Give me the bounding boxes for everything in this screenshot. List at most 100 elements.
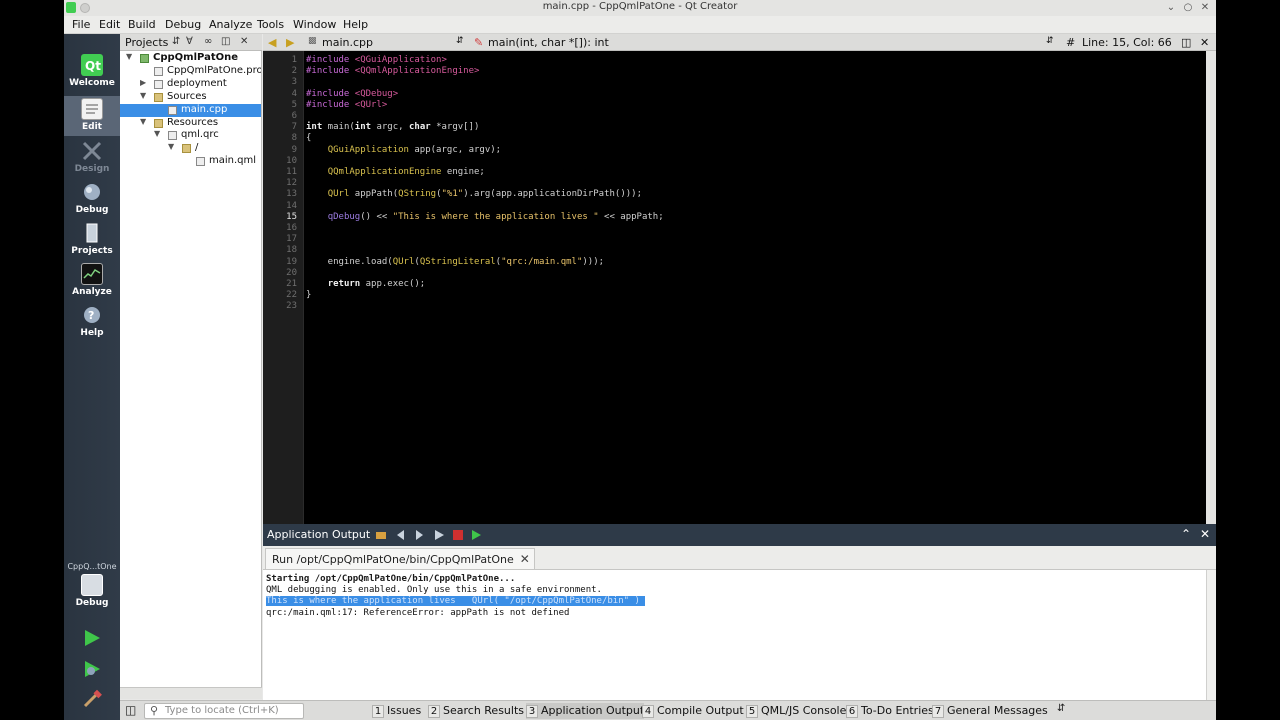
output-pane-button[interactable]: 5 QML/JS Console bbox=[746, 703, 846, 719]
locator-input[interactable]: ⚲ Type to locate (Ctrl+K) bbox=[144, 703, 304, 719]
output-pane-button[interactable]: 3 Application Output bbox=[526, 703, 645, 719]
minimize-icon[interactable]: ⌄ bbox=[1164, 1, 1178, 15]
mode-welcome[interactable]: Qt Welcome bbox=[64, 52, 120, 92]
mode-design[interactable]: Design bbox=[64, 138, 120, 178]
link-icon[interactable]: ∞ bbox=[204, 36, 212, 47]
menu-file[interactable]: File bbox=[72, 18, 90, 31]
build-button[interactable] bbox=[82, 689, 102, 709]
close-tab-icon[interactable]: ✕ bbox=[520, 552, 530, 566]
code-line[interactable]: #include <QGuiApplication> bbox=[306, 55, 447, 65]
filter-icon[interactable]: ∀ bbox=[186, 36, 193, 47]
mode-analyze[interactable]: Analyze bbox=[64, 261, 120, 301]
output-pane-button[interactable]: 4 Compile Output bbox=[642, 703, 744, 719]
tree-item[interactable]: ▼ Sources bbox=[120, 91, 261, 104]
tree-item[interactable]: ▼ Resources bbox=[120, 117, 261, 130]
tree-item[interactable]: ▼ CppQmlPatOne bbox=[120, 52, 261, 65]
collapse-arrow-icon[interactable]: ▼ bbox=[140, 117, 146, 126]
output-pane-button[interactable]: 2 Search Results bbox=[428, 703, 524, 719]
tree-item[interactable]: CppQmlPatOne.pro bbox=[120, 65, 261, 78]
panel-selector-icon[interactable]: ⇵ bbox=[172, 36, 180, 47]
menu-debug[interactable]: Debug bbox=[165, 18, 201, 31]
close-document-icon[interactable]: ✕ bbox=[1200, 36, 1209, 49]
debug-bug-icon bbox=[81, 181, 103, 203]
maximize-icon[interactable]: ○ bbox=[1181, 1, 1195, 15]
code-editor[interactable]: #include <QGuiApplication> #include <QQml… bbox=[303, 51, 1206, 524]
expand-arrow-icon[interactable]: ▶ bbox=[140, 78, 146, 87]
rerun-play-icon[interactable] bbox=[433, 529, 445, 541]
line-number: 16 bbox=[286, 223, 297, 233]
code-line[interactable]: #include <QDebug> bbox=[306, 89, 398, 99]
code-line[interactable]: return app.exec(); bbox=[306, 279, 426, 289]
close-window-icon[interactable]: ✕ bbox=[1198, 1, 1212, 15]
menu-tools[interactable]: Tools bbox=[257, 18, 284, 31]
split-editor-icon[interactable]: ◫ bbox=[1181, 36, 1191, 49]
output-pane-button[interactable]: 6 To-Do Entries bbox=[846, 703, 934, 719]
svg-text:Qt: Qt bbox=[85, 59, 101, 73]
menu-window[interactable]: Window bbox=[293, 18, 336, 31]
attach-icon[interactable] bbox=[470, 529, 482, 541]
code-line[interactable]: qDebug() << "This is where the applicati… bbox=[306, 212, 664, 222]
mode-debug[interactable]: Debug bbox=[64, 179, 120, 219]
code-line[interactable]: } bbox=[306, 290, 311, 300]
symbol-combo-arrow-icon[interactable]: ⇵ bbox=[1046, 36, 1054, 46]
output-pane-button[interactable]: 1 Issues bbox=[372, 703, 421, 719]
mode-projects[interactable]: Projects bbox=[64, 220, 120, 260]
kit-selector-label[interactable]: CppQ...tOne bbox=[64, 562, 120, 571]
kit-selector[interactable]: Debug bbox=[64, 572, 120, 612]
close-pane-icon[interactable]: ✕ bbox=[1200, 527, 1210, 541]
toggle-sidebar-icon[interactable]: ◫ bbox=[125, 703, 136, 717]
collapse-arrow-icon[interactable]: ▼ bbox=[154, 129, 160, 138]
mode-edit[interactable]: Edit bbox=[64, 96, 120, 136]
collapse-arrow-icon[interactable]: ▼ bbox=[168, 142, 174, 151]
symbol-combo[interactable]: main(int, char *[]): int bbox=[488, 36, 609, 49]
collapse-arrow-icon[interactable]: ▼ bbox=[126, 52, 132, 61]
code-line[interactable]: QGuiApplication app(argc, argv); bbox=[306, 145, 501, 155]
stop-icon[interactable] bbox=[452, 529, 464, 541]
menu-help[interactable]: Help bbox=[343, 18, 368, 31]
menu-analyze[interactable]: Analyze bbox=[209, 18, 252, 31]
run-button[interactable] bbox=[82, 628, 102, 648]
attach-debugger-icon[interactable] bbox=[375, 529, 387, 541]
code-line[interactable]: engine.load(QUrl(QStringLiteral("qrc:/ma… bbox=[306, 257, 604, 267]
editor-scrollbar[interactable] bbox=[1206, 51, 1216, 524]
document-combo-arrow-icon[interactable]: ⇵ bbox=[456, 36, 464, 46]
code-line[interactable]: #include <QUrl> bbox=[306, 100, 387, 110]
code-line[interactable]: int main(int argc, char *argv[]) bbox=[306, 122, 479, 132]
project-tree-scrollbar[interactable] bbox=[120, 687, 262, 699]
next-item-icon[interactable] bbox=[413, 529, 425, 541]
split-icon[interactable]: ◫ bbox=[221, 36, 230, 47]
code-line[interactable]: #include <QQmlApplicationEngine> bbox=[306, 66, 479, 76]
application-output-text[interactable]: Starting /opt/CppQmlPatOne/bin/CppQmlPat… bbox=[263, 570, 1206, 700]
code-line[interactable]: QUrl appPath(QString("%1").arg(app.appli… bbox=[306, 189, 642, 199]
output-scrollbar[interactable] bbox=[1206, 570, 1216, 700]
output-run-tab[interactable]: Run /opt/CppQmlPatOne/bin/CppQmlPatOne ✕ bbox=[265, 548, 535, 569]
cursor-position[interactable]: Line: 15, Col: 66 bbox=[1082, 36, 1172, 49]
tree-item[interactable]: main.cpp bbox=[120, 103, 261, 117]
close-panel-icon[interactable]: ✕ bbox=[240, 36, 248, 47]
mode-analyze-label: Analyze bbox=[72, 287, 112, 297]
symbol-pencil-icon: ✎ bbox=[474, 36, 484, 49]
tree-item[interactable]: ▼ qml.qrc bbox=[120, 129, 261, 142]
tree-item[interactable]: ▼ / bbox=[120, 142, 261, 155]
debug-play-icon bbox=[85, 661, 100, 677]
go-forward-icon[interactable]: ▶ bbox=[286, 36, 294, 49]
collapse-arrow-icon[interactable]: ▼ bbox=[140, 91, 146, 100]
debug-run-button[interactable] bbox=[82, 659, 102, 679]
tree-item[interactable]: main.qml bbox=[120, 155, 261, 168]
cpp-file-icon: ▩ bbox=[308, 36, 317, 46]
tree-item[interactable]: ▶ deployment bbox=[120, 78, 261, 91]
code-line[interactable]: { bbox=[306, 133, 311, 143]
menu-edit[interactable]: Edit bbox=[99, 18, 120, 31]
pane-menu-arrow-icon[interactable]: ⇵ bbox=[1057, 703, 1065, 714]
maximize-pane-icon[interactable]: ⌃ bbox=[1181, 527, 1191, 541]
open-document-combo[interactable]: main.cpp bbox=[322, 36, 373, 49]
go-back-icon[interactable]: ◀ bbox=[268, 36, 276, 49]
previous-item-icon[interactable] bbox=[395, 529, 407, 541]
code-line[interactable]: QQmlApplicationEngine engine; bbox=[306, 167, 485, 177]
output-line: This is where the application lives QUrl… bbox=[266, 596, 646, 607]
menu-build[interactable]: Build bbox=[128, 18, 156, 31]
output-pane-button[interactable]: 7 General Messages bbox=[932, 703, 1048, 719]
mode-help[interactable]: ? Help bbox=[64, 302, 120, 342]
projects-panel-title[interactable]: Projects bbox=[125, 36, 168, 49]
line-number: 19 bbox=[286, 256, 297, 267]
